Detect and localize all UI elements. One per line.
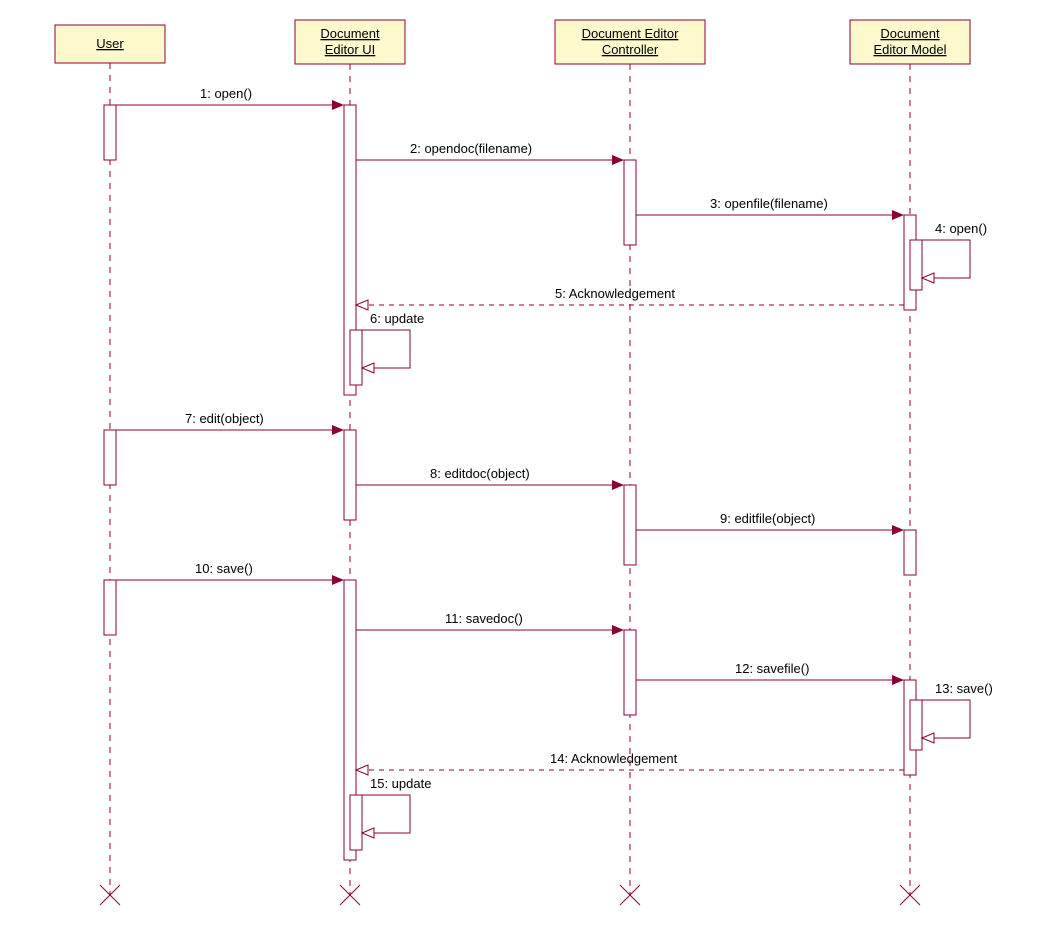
message-7-label: 7: edit(object) — [185, 411, 264, 426]
message-12: 12: savefile() — [636, 661, 904, 685]
message-2-label: 2: opendoc(filename) — [410, 141, 532, 156]
activation-ui-2 — [344, 430, 356, 520]
lifeline-ui: Document Editor UI — [295, 20, 405, 64]
message-11-label: 11: savedoc() — [445, 611, 523, 626]
message-4: 4: open() — [916, 221, 987, 283]
lifeline-controller-label-line2: Controller — [602, 42, 659, 57]
message-10-label: 10: save() — [195, 561, 253, 576]
lifeline-ui-label-line1: Document — [320, 26, 380, 41]
message-13-label: 13: save() — [935, 681, 993, 696]
destroy-ui — [340, 885, 360, 905]
message-15-label: 15: update — [370, 776, 431, 791]
message-10: 10: save() — [116, 561, 344, 585]
message-14-label: 14: Acknowledgement — [550, 751, 678, 766]
activation-model-2 — [904, 530, 916, 575]
destroy-model — [900, 885, 920, 905]
message-15: 15: update — [356, 776, 431, 838]
message-11: 11: savedoc() — [356, 611, 624, 635]
lifeline-controller-label-line1: Document Editor — [582, 26, 679, 41]
message-9-label: 9: editfile(object) — [720, 511, 815, 526]
message-12-label: 12: savefile() — [735, 661, 809, 676]
lifeline-controller: Document Editor Controller — [555, 20, 705, 64]
activation-user-3 — [104, 580, 116, 635]
lifeline-ui-label-line2: Editor UI — [325, 42, 376, 57]
message-3-label: 3: openfile(filename) — [710, 196, 828, 211]
message-5-label: 5: Acknowledgement — [555, 286, 675, 301]
lifeline-model: Document Editor Model — [850, 20, 970, 64]
lifeline-user: User — [55, 25, 165, 63]
message-8: 8: editdoc(object) — [356, 466, 624, 490]
activation-model-3b — [910, 700, 922, 750]
message-1-label: 1: open() — [200, 86, 252, 101]
message-13: 13: save() — [916, 681, 993, 743]
message-14: 14: Acknowledgement — [356, 751, 904, 775]
message-6-label: 6: update — [370, 311, 424, 326]
lifeline-model-label-line1: Document — [880, 26, 940, 41]
destroy-user — [100, 885, 120, 905]
lifeline-user-label: User — [96, 36, 124, 51]
activation-ui-3b — [350, 795, 362, 850]
destroy-controller — [620, 885, 640, 905]
message-7: 7: edit(object) — [116, 411, 344, 435]
lifeline-model-label-line2: Editor Model — [874, 42, 947, 57]
activation-user-2 — [104, 430, 116, 485]
message-3: 3: openfile(filename) — [636, 196, 904, 220]
message-1: 1: open() — [116, 86, 344, 110]
activation-ctrl-3 — [624, 630, 636, 715]
message-9: 9: editfile(object) — [636, 511, 904, 535]
activation-user-1 — [104, 105, 116, 160]
message-2: 2: opendoc(filename) — [356, 141, 624, 165]
activation-model-1b — [910, 240, 922, 290]
message-6: 6: update — [356, 311, 424, 373]
message-4-label: 4: open() — [935, 221, 987, 236]
activation-ctrl-1 — [624, 160, 636, 245]
activation-ctrl-2 — [624, 485, 636, 565]
sequence-diagram: User Document Editor UI Document Editor … — [0, 0, 1047, 950]
activation-ui-1b — [350, 330, 362, 385]
message-8-label: 8: editdoc(object) — [430, 466, 530, 481]
